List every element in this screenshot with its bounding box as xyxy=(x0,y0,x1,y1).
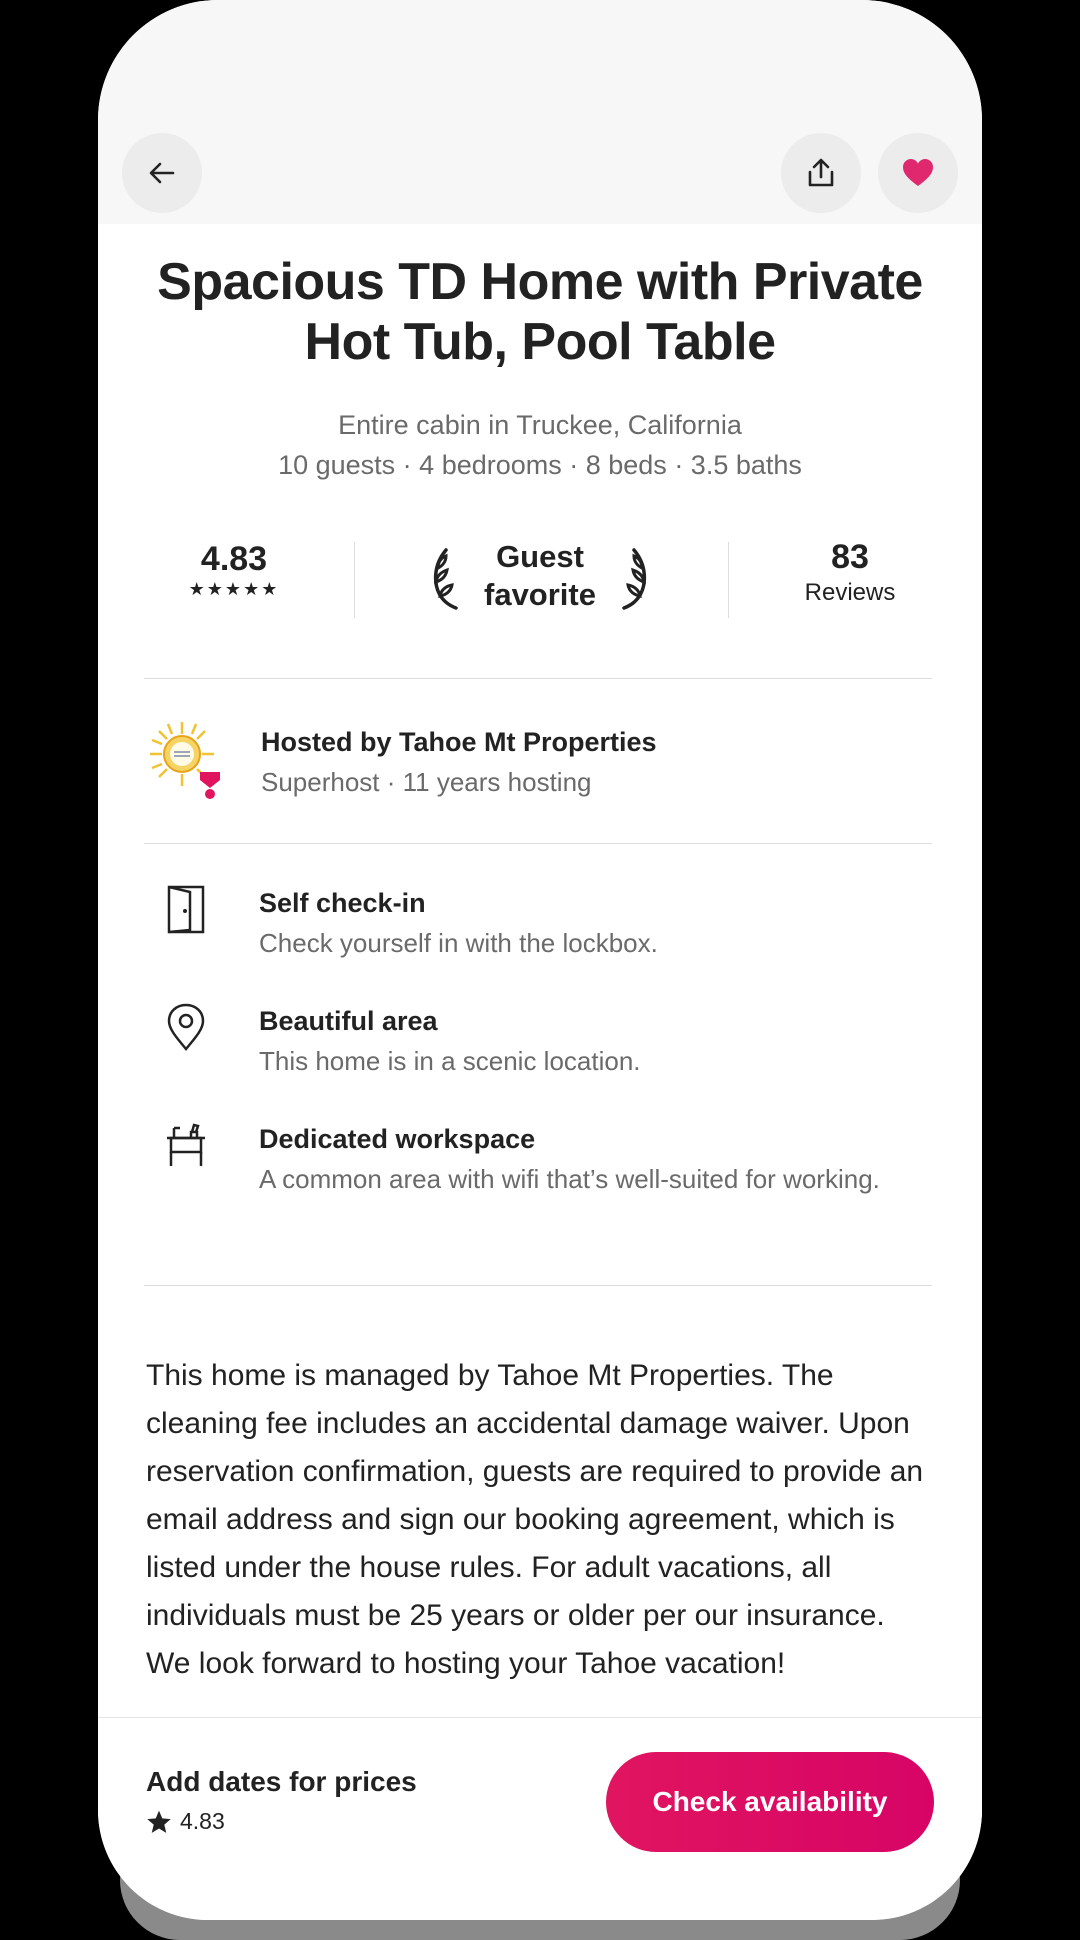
price-prompt[interactable]: Add dates for prices xyxy=(146,1766,417,1798)
listing-description: This home is managed by Tahoe Mt Propert… xyxy=(146,1352,946,1712)
star-icon xyxy=(147,1810,171,1833)
laurel-left-icon xyxy=(433,548,458,610)
section-divider xyxy=(144,1285,932,1286)
feature-desc: Check yourself in with the lockbox. xyxy=(259,928,658,958)
feature-title: Self check-in xyxy=(259,888,426,918)
listing-screen: Spacious TD Home with Private Hot Tub, P… xyxy=(98,0,982,1920)
rating-summary: 4.83 ★★★★★ xyxy=(144,530,324,600)
section-divider xyxy=(144,678,932,679)
divider xyxy=(354,542,355,618)
door-icon xyxy=(167,885,205,934)
footer-rating-value: 4.83 xyxy=(180,1808,225,1834)
reviews-count: 83 xyxy=(831,538,869,576)
description-paragraph: This home is managed by Tahoe Mt Propert… xyxy=(146,1359,924,1632)
rating-value: 4.83 xyxy=(200,540,268,578)
reviews-summary[interactable]: 83 Reviews xyxy=(764,538,936,607)
feature-title: Dedicated workspace xyxy=(259,1124,536,1154)
guest-favorite-label: Guest favorite xyxy=(484,539,596,612)
divider xyxy=(728,542,729,618)
host-avatar[interactable] xyxy=(148,720,228,800)
feature-title: Beautiful area xyxy=(259,1006,438,1036)
host-subtitle: Superhost · 11 years hosting xyxy=(261,767,592,797)
stats-bar[interactable]: 4.83 ★★★★★ Guest favorite 83 Reviews xyxy=(144,530,936,630)
description-paragraph: We look forward to hosting your Tahoe va… xyxy=(146,1647,786,1680)
laurel-right-icon xyxy=(622,548,647,610)
feature-desc: A common area with wifi that’s well-suit… xyxy=(259,1164,880,1194)
guest-favorite-badge: Guest favorite xyxy=(426,538,654,622)
section-divider xyxy=(144,843,932,844)
heart-icon xyxy=(903,159,933,186)
feature-desc: This home is in a scenic location. xyxy=(259,1046,641,1076)
listing-title: Spacious TD Home with Private Hot Tub, P… xyxy=(157,253,923,371)
share-icon xyxy=(808,158,834,187)
listing-location: Entire cabin in Truckee, California xyxy=(338,410,742,440)
arrow-left-icon xyxy=(149,162,175,184)
share-button[interactable] xyxy=(781,133,861,213)
footer-rating: 4.83 xyxy=(146,1808,225,1835)
top-bar xyxy=(98,0,982,224)
favorite-button[interactable] xyxy=(878,133,958,213)
desk-icon xyxy=(167,1123,205,1166)
back-button[interactable] xyxy=(122,133,202,213)
check-availability-button[interactable]: Check availability xyxy=(606,1752,934,1852)
listing-details: 10 guests · 4 bedrooms · 8 beds · 3.5 ba… xyxy=(278,450,802,480)
star-rating-icon: ★★★★★ xyxy=(188,579,280,599)
booking-footer: Add dates for prices 4.83 Check availabi… xyxy=(98,1717,982,1920)
reviews-label: Reviews xyxy=(804,579,896,606)
location-pin-icon xyxy=(167,1003,205,1051)
host-name: Hosted by Tahoe Mt Properties xyxy=(261,727,657,757)
